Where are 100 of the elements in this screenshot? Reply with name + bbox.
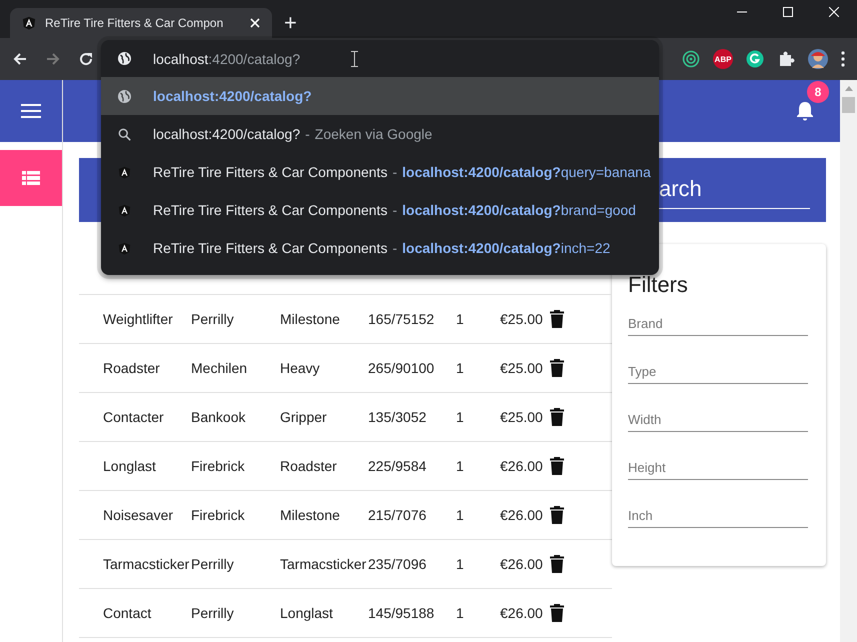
suggestion-text: localhost:4200/catalog? <box>153 126 300 142</box>
target-icon[interactable] <box>682 50 700 68</box>
table-cell-text: Roadster <box>103 360 161 376</box>
table-cell-text: 165/75152 <box>368 311 436 327</box>
maximize-icon[interactable] <box>783 7 793 17</box>
angular-logo-icon <box>118 204 131 216</box>
table-cell-text: Firebrick <box>191 507 246 523</box>
trash-icon[interactable] <box>550 555 564 573</box>
new-tab-button[interactable]: + <box>280 10 301 36</box>
suggestion-title: ReTire Tire Fitters & Car Components <box>153 202 388 218</box>
table-cell-text: 1 <box>456 360 465 376</box>
notification-badge: 8 <box>807 81 829 103</box>
suggestion-separator: - <box>392 164 398 180</box>
table-cell-text: Bankook <box>191 409 246 425</box>
suggestion-detail: Zoeken via Google <box>314 126 432 142</box>
suggestion-url: localhost:4200/catalog? <box>153 88 312 104</box>
table-cell-text: 1 <box>456 409 465 425</box>
scrollbar[interactable] <box>840 80 857 642</box>
suggestion-item[interactable]: ReTire Tire Fitters & Car Components - localhost:4200/catalog?query=banana <box>101 153 659 191</box>
angular-logo-icon <box>22 16 36 30</box>
suggestion-url: localhost:4200/catalog?brand=good <box>402 202 636 218</box>
filter-field[interactable]: Brand <box>628 312 808 336</box>
suggestion-separator: - <box>392 240 398 256</box>
table-cell-text: 225/9584 <box>368 458 428 474</box>
trash-icon[interactable] <box>550 310 564 328</box>
table-cell-text: 1 <box>456 556 465 572</box>
reload-icon[interactable] <box>78 51 94 67</box>
table-cell-text: Tarmacsticker <box>280 556 368 572</box>
close-icon[interactable] <box>250 18 260 28</box>
avatar-icon[interactable] <box>808 49 828 69</box>
address-field[interactable]: localhost:4200/catalog? <box>153 50 329 66</box>
tab-title: ReTire Tire Fitters & Car Compon <box>45 16 224 30</box>
table-cell-text: 1 <box>456 605 465 621</box>
table-cell-text: €26.00 <box>500 507 544 523</box>
table-cell-text: 265/90100 <box>368 360 436 376</box>
table-cell-text: Heavy <box>280 360 321 376</box>
search-icon <box>118 128 131 140</box>
suggestion-item[interactable]: ReTire Tire Fitters & Car Components - localhost:4200/catalog?brand=good <box>101 191 659 229</box>
suggestion-item[interactable]: localhost:4200/catalog? - Zoeken via Google <box>101 115 659 153</box>
table-cell-text: Noisesaver <box>103 507 174 523</box>
table-cell-text: 135/3052 <box>368 409 428 425</box>
filter-field[interactable]: Inch <box>628 504 808 528</box>
trash-icon[interactable] <box>550 457 564 475</box>
suggestion-separator: - <box>305 126 310 142</box>
text-cursor-icon <box>351 50 358 66</box>
table-cell-text: Perrilly <box>191 556 235 572</box>
trash-icon[interactable] <box>550 506 564 524</box>
suggestion-item[interactable]: localhost:4200/catalog? <box>101 77 659 115</box>
menu-icon[interactable] <box>21 103 41 119</box>
close-icon[interactable] <box>829 7 839 17</box>
suggestion-separator: - <box>392 202 398 218</box>
globe-icon <box>118 90 131 102</box>
table-cell-text: Milestone <box>280 507 341 523</box>
globe-icon <box>118 52 131 65</box>
extension-icon[interactable] <box>746 50 764 68</box>
filter-field[interactable]: Height <box>628 456 808 480</box>
suggestion-url: localhost:4200/catalog?query=banana <box>402 164 651 180</box>
table-cell-text: €26.00 <box>500 605 544 621</box>
trash-icon[interactable] <box>550 408 564 426</box>
table-cell-text: 1 <box>456 458 465 474</box>
table-cell-text: €26.00 <box>500 556 544 572</box>
angular-logo-icon <box>118 242 131 254</box>
back-arrow-icon[interactable] <box>12 51 28 67</box>
table-cell-text: Contact <box>103 605 152 621</box>
table-cell-text: Contacter <box>103 409 165 425</box>
more-menu-icon[interactable] <box>841 51 845 67</box>
table-cell-text: Tarmacsticker <box>103 556 190 572</box>
table-cell-text: Mechilen <box>191 360 248 376</box>
catalog-nav-item[interactable] <box>0 150 62 206</box>
table-cell-text: Perrilly <box>191 311 235 327</box>
table-cell-text: €26.00 <box>500 458 544 474</box>
table-cell-text: Firebrick <box>191 458 246 474</box>
table-cell-text: Longlast <box>103 458 157 474</box>
table-cell-text: Longlast <box>280 605 334 621</box>
suggestion-url: localhost:4200/catalog?inch=22 <box>402 240 610 256</box>
table-cell-text: €25.00 <box>500 360 544 376</box>
table-cell-text: Roadster <box>280 458 338 474</box>
table-cell-text: 145/95188 <box>368 605 436 621</box>
table-cell-text: 235/7096 <box>368 556 428 572</box>
table-cell-text: Gripper <box>280 409 328 425</box>
filters-title: Filters <box>628 272 689 298</box>
table-cell-text: Milestone <box>280 311 341 327</box>
trash-icon[interactable] <box>550 604 564 622</box>
table-cell-text: 215/7076 <box>368 507 428 523</box>
abp-extension-button[interactable]: ABP <box>713 49 733 69</box>
table-cell-text: Weightlifter <box>103 311 174 327</box>
search-text: arch <box>659 176 702 200</box>
filter-field[interactable]: Type <box>628 360 808 384</box>
suggestion-title: ReTire Tire Fitters & Car Components <box>153 240 388 256</box>
table-cell-text: €25.00 <box>500 311 544 327</box>
scroll-thumb[interactable] <box>842 97 855 113</box>
suggestion-item[interactable]: ReTire Tire Fitters & Car Components - localhost:4200/catalog?inch=22 <box>101 229 659 267</box>
browser-tab[interactable]: ReTire Tire Fitters & Car Compon <box>10 8 272 38</box>
filter-field[interactable]: Width <box>628 408 808 432</box>
list-icon <box>22 171 40 185</box>
bell-icon[interactable] <box>796 101 814 121</box>
trash-icon[interactable] <box>550 359 564 377</box>
table-cell-text: 1 <box>456 311 465 327</box>
puzzle-icon[interactable] <box>777 50 795 68</box>
table-cell-text: 1 <box>456 507 465 523</box>
